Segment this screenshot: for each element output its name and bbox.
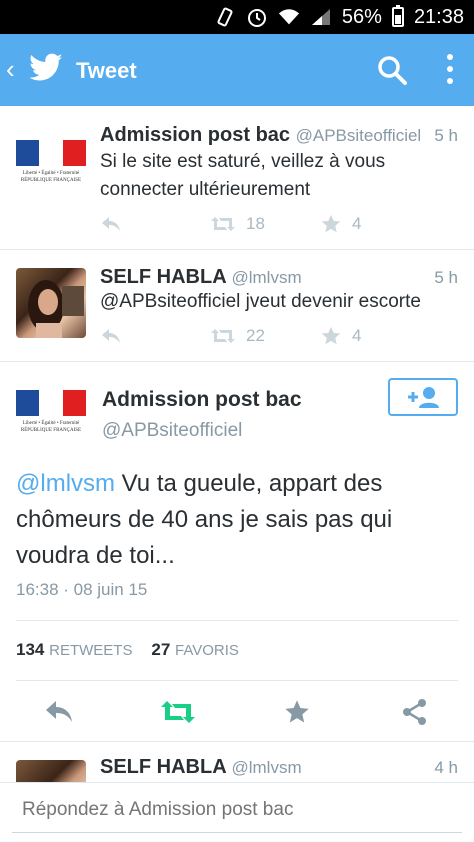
share-icon[interactable] (400, 698, 430, 726)
star-icon (321, 214, 341, 233)
favorite-count: 4 (352, 326, 362, 345)
reply-button[interactable] (100, 327, 210, 345)
author-handle: @APBsiteofficiel (102, 420, 243, 441)
retweets-stat[interactable]: 134 RETWEETS (16, 640, 132, 659)
author-name: SELF HABLA (100, 266, 226, 288)
avatar[interactable] (16, 760, 86, 782)
tweet-time: 5 h (434, 268, 458, 287)
author-handle: @APBsiteofficiel (295, 126, 422, 145)
retweet-button[interactable]: 18 (210, 214, 320, 234)
retweet-count: 22 (246, 326, 265, 345)
avatar[interactable]: Liberté • Égalité • Fraternité RÉPUBLIQUE… (16, 132, 86, 202)
favorites-count: 27 (151, 640, 171, 659)
favorites-stat[interactable]: 27 FAVORIS (151, 640, 239, 659)
alarm-icon (246, 6, 268, 28)
favorites-label: FAVORIS (175, 642, 239, 659)
retweet-icon[interactable] (160, 698, 196, 726)
avatar[interactable]: Liberté • Égalité • Fraternité RÉPUBLIQUE… (16, 382, 86, 452)
signal-icon (310, 6, 332, 28)
twitter-bird-icon[interactable] (28, 50, 64, 86)
back-arrow-icon[interactable]: ‹ (6, 56, 15, 82)
star-icon[interactable] (282, 698, 312, 726)
favorite-button[interactable]: 4 (320, 213, 361, 235)
tweet-text: Si le site est saturé, veillez à vous co… (100, 151, 386, 200)
favorite-count: 4 (352, 214, 362, 233)
profile-photo (28, 280, 84, 338)
author-handle: @lmlvsm (231, 268, 302, 287)
tweet-item[interactable]: Liberté • Égalité • Fraternité RÉPUBLIQUE… (0, 106, 474, 250)
retweets-count: 134 (16, 640, 45, 659)
vibrate-icon (214, 6, 236, 28)
reply-icon (102, 217, 120, 231)
tweet-stats: 134 RETWEETS 27 FAVORIS (16, 640, 239, 660)
reply-icon[interactable] (44, 698, 74, 726)
main-tweet: Liberté • Égalité • Fraternité RÉPUBLIQUE… (0, 362, 474, 742)
retweets-label: RETWEETS (49, 642, 133, 659)
author-name: Admission post bac (100, 124, 291, 146)
french-republic-logo (16, 140, 86, 166)
favorite-button[interactable]: 4 (320, 325, 361, 347)
retweet-icon (211, 329, 235, 343)
author-name: SELF HABLA (100, 756, 226, 778)
tweet-time: 5 h (434, 126, 458, 145)
french-republic-logo (16, 390, 86, 416)
tweet-item[interactable]: SELF HABLA @lmlvsm 5 h @APBsiteofficiel … (0, 250, 474, 362)
tweet-actions: 22 4 (100, 323, 361, 349)
mention-link[interactable]: @lmlvsm (16, 470, 115, 497)
follow-button[interactable] (388, 378, 458, 416)
clock: 21:38 (413, 5, 464, 28)
wifi-icon (278, 6, 300, 28)
reply-input[interactable] (12, 787, 462, 833)
tweet-timestamp: 16:38 · 08 juin 15 (16, 580, 148, 599)
tweet-action-bar (0, 680, 474, 742)
add-user-icon (408, 387, 439, 408)
tweet-actions: 18 4 (100, 211, 361, 237)
battery-percent: 56% (341, 5, 382, 28)
author-name: Admission post bac (102, 388, 302, 411)
logo-motto: Liberté • Égalité • Fraternité (22, 421, 80, 426)
page-title: Tweet (76, 58, 137, 83)
reply-bar (0, 782, 474, 842)
divider (16, 620, 458, 621)
reply-icon (102, 329, 120, 343)
tweet-text: @APBsiteofficiel jveut devenir escorte (100, 291, 421, 312)
star-icon (321, 326, 341, 345)
search-icon[interactable] (376, 54, 408, 86)
overflow-menu-icon[interactable] (440, 52, 460, 88)
retweet-button[interactable]: 22 (210, 326, 320, 346)
logo-motto: Liberté • Égalité • Fraternité (22, 171, 80, 176)
reply-button[interactable] (100, 215, 210, 233)
tweet-item[interactable]: SELF HABLA @lmlvsm 4 h (0, 742, 474, 782)
retweet-icon (211, 217, 235, 231)
author-handle: @lmlvsm (231, 758, 302, 777)
status-bar: 56% 21:38 (0, 0, 474, 34)
tweet-time: 4 h (434, 758, 458, 777)
battery-icon (391, 5, 404, 27)
logo-text: RÉPUBLIQUE FRANÇAISE (20, 428, 82, 433)
retweet-count: 18 (246, 214, 265, 233)
avatar[interactable] (16, 268, 86, 338)
logo-text: RÉPUBLIQUE FRANÇAISE (20, 178, 82, 183)
app-bar: ‹ Tweet (0, 34, 474, 106)
